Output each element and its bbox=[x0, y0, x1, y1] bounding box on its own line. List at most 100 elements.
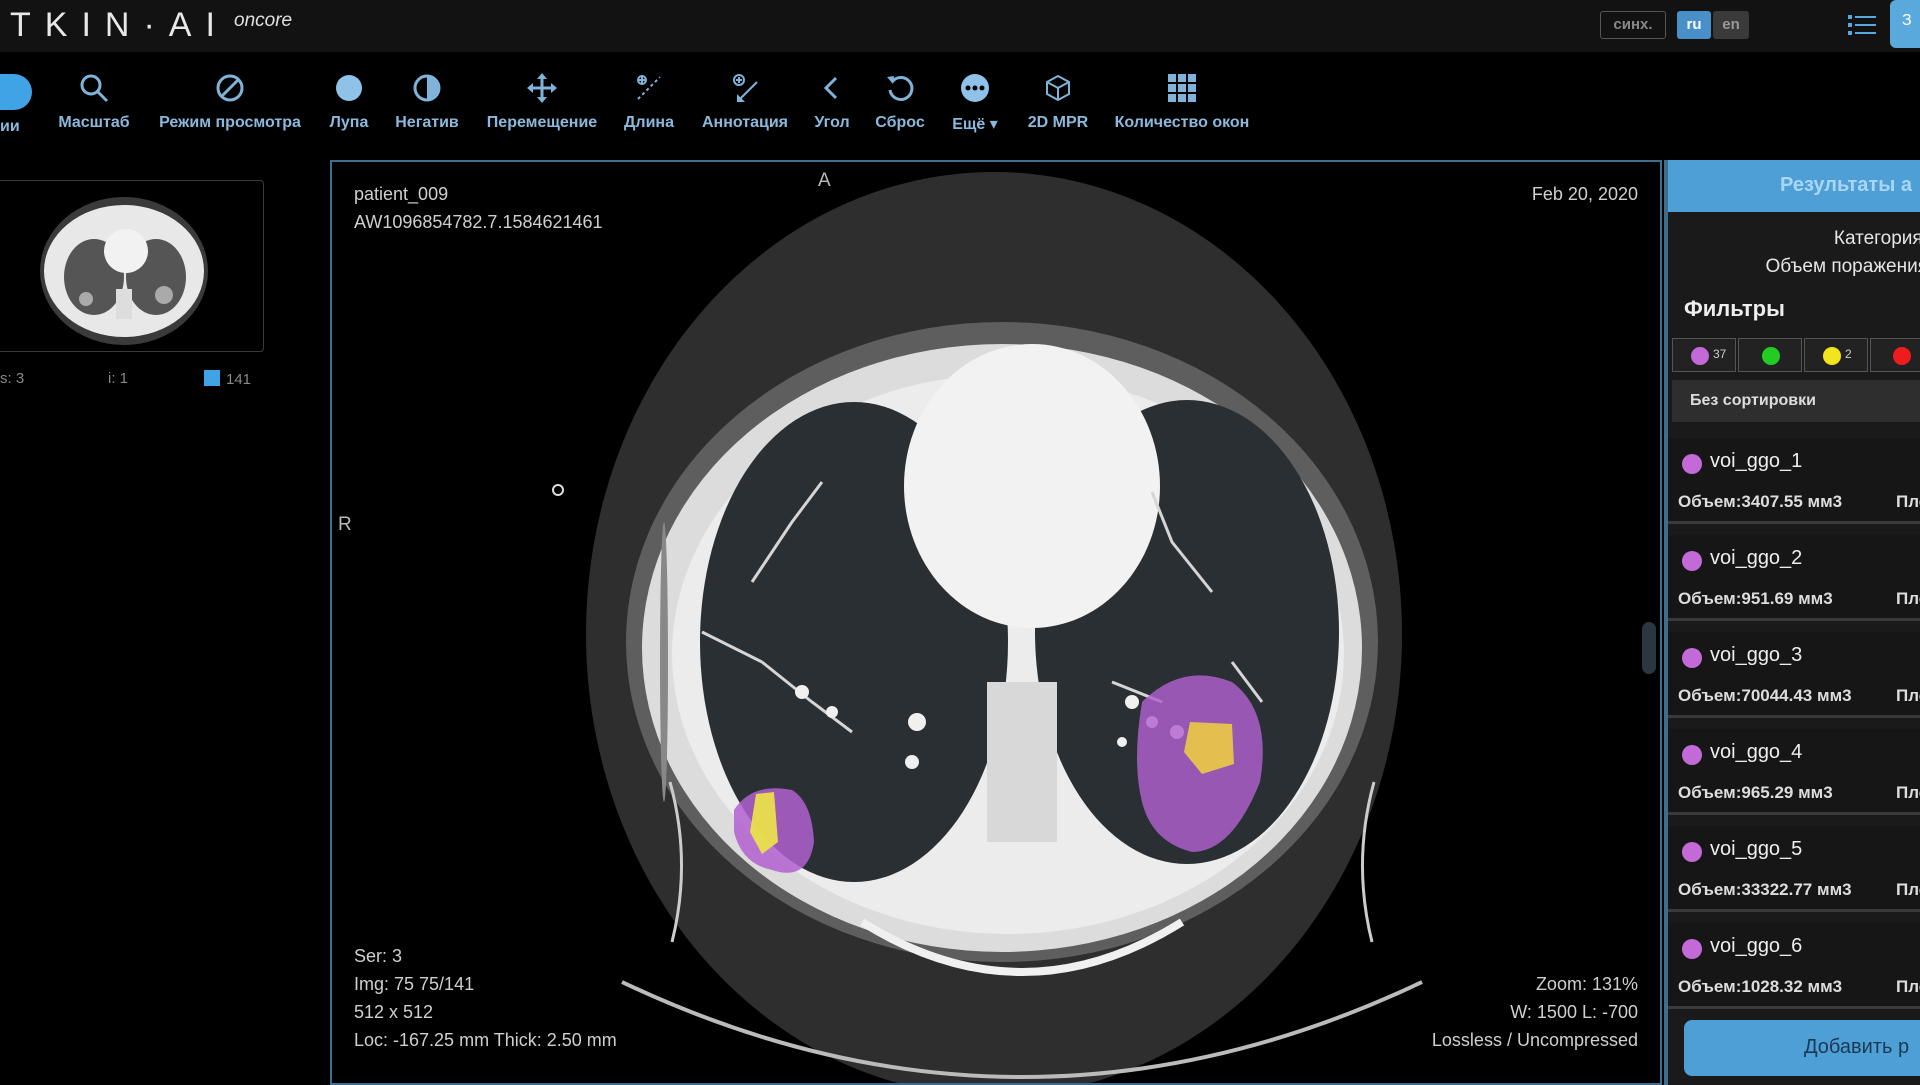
voi-area-label: Пло bbox=[1896, 686, 1920, 705]
category-info: Категория: Объем поражения bbox=[1766, 228, 1920, 278]
voi-name: voi_ggo_2 bbox=[1710, 547, 1803, 569]
toolbar: ии Масштаб Режим просмотра Лупа Негатив … bbox=[0, 52, 1920, 158]
tool-zoom[interactable]: Масштаб bbox=[56, 72, 132, 142]
voi-item[interactable]: voi_ggo_2 Объем:951.69 мм3 Пло bbox=[1668, 535, 1920, 621]
purple-dot-icon bbox=[1682, 551, 1702, 571]
voi-area-label: Пло bbox=[1896, 880, 1920, 899]
move-icon bbox=[527, 73, 557, 103]
voi-volume: Объем:33322.77 мм3 bbox=[1678, 880, 1852, 899]
voi-name: voi_ggo_6 bbox=[1710, 935, 1803, 957]
tool-magnifier[interactable]: Лупа bbox=[324, 72, 374, 142]
ct-scan-image bbox=[552, 172, 1423, 1083]
study-id: AW1096854782.7.1584621461 bbox=[354, 212, 603, 232]
lang-en-button[interactable]: en bbox=[1713, 11, 1749, 39]
filter-yellow[interactable]: 2 bbox=[1804, 338, 1868, 372]
purple-dot-icon bbox=[1682, 939, 1702, 959]
voi-name: voi_ggo_3 bbox=[1710, 644, 1803, 666]
filter-count: 2 bbox=[1845, 347, 1852, 361]
window-level: W: 1500 L: -700 bbox=[1510, 1002, 1638, 1022]
tool-more[interactable]: Ещё ▾ bbox=[946, 72, 1004, 142]
voi-volume: Объем:1028.32 мм3 bbox=[1678, 977, 1843, 996]
voi-name: voi_ggo_5 bbox=[1710, 838, 1803, 860]
voi-name: voi_ggo_1 bbox=[1710, 450, 1803, 472]
filters-title: Фильтры bbox=[1684, 296, 1785, 321]
angle-icon bbox=[823, 76, 838, 100]
voi-name: voi_ggo_4 bbox=[1710, 741, 1803, 763]
toolbar-edge-label: ии bbox=[0, 118, 20, 135]
voi-volume: Объем:70044.43 мм3 bbox=[1678, 686, 1852, 705]
voi-item[interactable]: voi_ggo_4 Объем:965.29 мм3 Пло bbox=[1668, 729, 1920, 815]
reset-icon bbox=[887, 75, 914, 101]
purple-dot-icon bbox=[1691, 347, 1709, 365]
tool-move[interactable]: Перемещение bbox=[484, 72, 600, 142]
series-info: Ser: 3 bbox=[354, 946, 403, 966]
tool-label: Аннотация bbox=[702, 114, 788, 131]
matrix-size: 512 x 512 bbox=[354, 1002, 434, 1022]
category-label: Категория: bbox=[1833, 228, 1920, 249]
image-viewport[interactable]: A R patient_009 AW1096854782.7.158462146… bbox=[330, 160, 1662, 1085]
tool-label: Количество окон bbox=[1114, 114, 1250, 131]
results-panel: Результаты а Категория: Объем поражения … bbox=[1664, 160, 1920, 1085]
results-header[interactable]: Результаты а bbox=[1668, 160, 1920, 212]
zoom-level: Zoom: 131% bbox=[1535, 974, 1638, 994]
purple-dot-icon bbox=[1682, 648, 1702, 668]
yellow-dot-icon bbox=[1823, 347, 1841, 365]
tool-length[interactable]: Длина bbox=[620, 72, 678, 142]
top-right-button[interactable]: З bbox=[1890, 0, 1920, 48]
voi-item[interactable]: voi_ggo_1 Объем:3407.55 мм3 Пло bbox=[1668, 438, 1920, 524]
toolbar-edge-button[interactable] bbox=[0, 74, 32, 110]
tool-label: 2D MPR bbox=[1027, 114, 1089, 131]
app-logo: TKIN·AI bbox=[10, 6, 229, 44]
voi-item[interactable]: voi_ggo_6 Объем:1028.32 мм3 Пло bbox=[1668, 923, 1920, 1009]
tool-label: Сброс bbox=[875, 114, 925, 131]
magnifier-icon bbox=[336, 75, 362, 101]
tool-angle[interactable]: Угол bbox=[810, 72, 854, 142]
tool-reset[interactable]: Сброс bbox=[872, 72, 928, 142]
length-icon bbox=[637, 75, 661, 100]
sort-dropdown[interactable]: Без сортировки bbox=[1672, 380, 1920, 422]
tool-label: Угол bbox=[814, 114, 850, 131]
series-panel: s: 3 i: 1 141 bbox=[0, 158, 330, 1085]
zoom-icon bbox=[80, 74, 109, 103]
tool-label: Длина bbox=[624, 114, 674, 131]
stack-icon bbox=[204, 370, 220, 386]
viewport-scrollbar[interactable] bbox=[1642, 622, 1656, 674]
compression-info: Lossless / Uncompressed bbox=[1431, 1030, 1638, 1050]
tool-window-count[interactable]: Количество окон bbox=[1112, 72, 1252, 142]
filter-row: 37 2 bbox=[1672, 338, 1920, 372]
list-menu-icon[interactable] bbox=[1848, 14, 1876, 36]
thumbnail-scan-image bbox=[40, 197, 208, 345]
tool-label: Лупа bbox=[329, 114, 369, 131]
purple-dot-icon bbox=[1682, 454, 1702, 474]
voi-area-label: Пло bbox=[1896, 492, 1920, 511]
red-dot-icon bbox=[1893, 347, 1911, 365]
tool-annotation[interactable]: Аннотация bbox=[700, 72, 790, 142]
voi-item[interactable]: voi_ggo_5 Объем:33322.77 мм3 Пло bbox=[1668, 826, 1920, 912]
study-date: Feb 20, 2020 bbox=[1531, 184, 1638, 204]
filter-green[interactable] bbox=[1738, 338, 1802, 372]
tool-label: Ещё ▾ bbox=[952, 116, 998, 133]
lang-ru-button[interactable]: ru bbox=[1677, 11, 1711, 39]
voi-item[interactable]: voi_ggo_3 Объем:70044.43 мм3 Пло bbox=[1668, 632, 1920, 718]
purple-dot-icon bbox=[1682, 842, 1702, 862]
voi-area-label: Пло bbox=[1896, 977, 1920, 996]
voi-volume: Объем:3407.55 мм3 bbox=[1678, 492, 1843, 511]
sync-button[interactable]: синх. bbox=[1600, 11, 1666, 39]
image-count-value: 141 bbox=[226, 371, 252, 388]
filter-red[interactable] bbox=[1870, 338, 1920, 372]
series-thumbnail[interactable] bbox=[0, 180, 264, 352]
orientation-left-label: R bbox=[338, 514, 352, 535]
tool-label: Масштаб bbox=[58, 114, 130, 131]
add-button[interactable]: Добавить р bbox=[1684, 1020, 1920, 1076]
tool-invert[interactable]: Негатив bbox=[392, 72, 462, 142]
invert-icon bbox=[413, 74, 441, 102]
top-bar: TKIN·AI oncore синх. ru en З bbox=[0, 0, 1920, 52]
more-icon bbox=[961, 74, 989, 102]
patient-name: patient_009 bbox=[354, 184, 449, 204]
grid-icon bbox=[1168, 74, 1196, 102]
filter-purple[interactable]: 37 bbox=[1672, 338, 1736, 372]
location-thickness: Loc: -167.25 mm Thick: 2.50 mm bbox=[354, 1030, 617, 1050]
tool-label: Негатив bbox=[395, 114, 459, 131]
tool-2d-mpr[interactable]: 2D MPR bbox=[1024, 72, 1092, 142]
tool-view-mode[interactable]: Режим просмотра bbox=[156, 72, 304, 142]
